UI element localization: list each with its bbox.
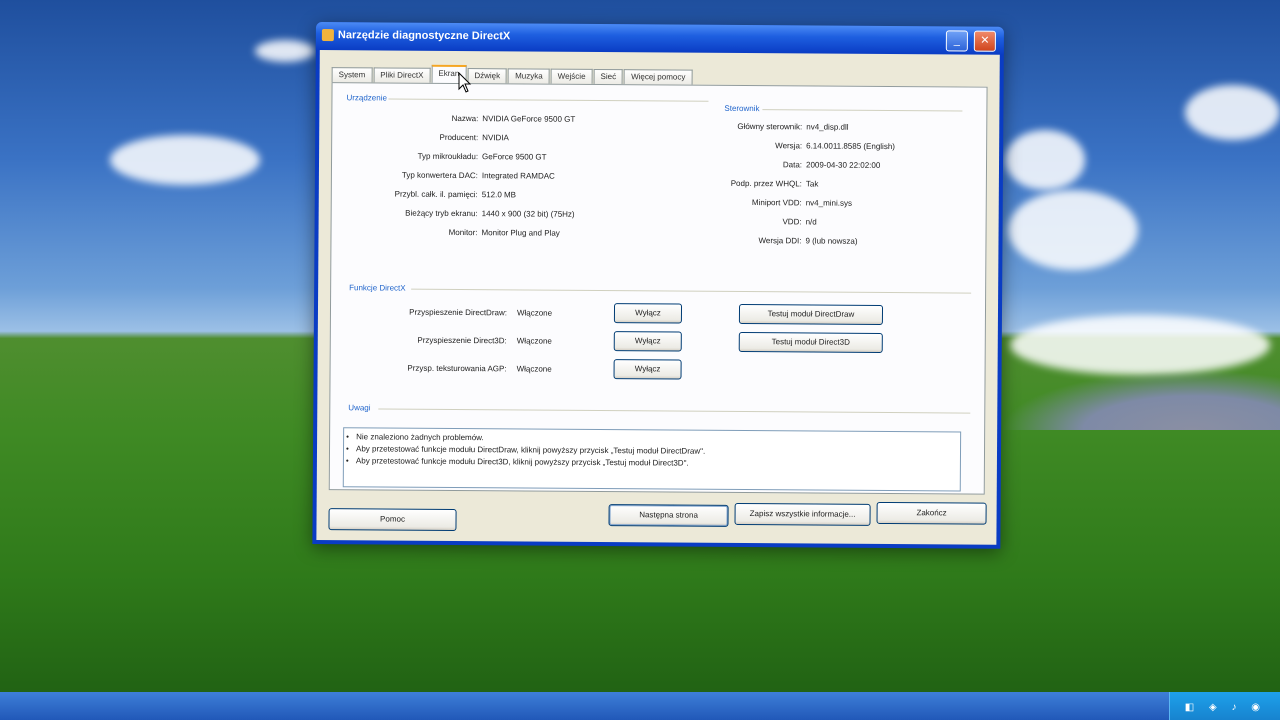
driver-row: VDD: n/d	[712, 217, 817, 227]
driver-label: Miniport VDD:	[751, 198, 802, 208]
directx-features-group-label: Funkcje DirectX	[349, 283, 406, 293]
device-value: GeForce 9500 GT	[482, 152, 547, 162]
note-item: Aby przetestować funkcje modułu DirectDr…	[356, 444, 705, 455]
disable-directdraw-button[interactable]: Wyłącz	[613, 303, 683, 324]
tab-more-help[interactable]: Więcej pomocy	[624, 69, 693, 85]
close-button[interactable]: ✕	[973, 30, 996, 52]
tab-directx-files[interactable]: Pliki DirectX	[373, 67, 431, 83]
feature-status: Włączone	[516, 364, 552, 374]
driver-label: Podp. przez WHQL:	[730, 178, 802, 189]
tab-network[interactable]: Sieć	[593, 68, 624, 85]
feature-row-agp: Przysp. teksturowania AGP: Włączone	[331, 363, 552, 374]
cloud	[1185, 85, 1280, 140]
driver-label: Główny sterownik:	[737, 121, 803, 132]
feature-label: Przysp. teksturowania AGP:	[407, 363, 507, 374]
next-page-button[interactable]: Następna strona	[608, 504, 729, 527]
divider	[378, 408, 971, 414]
taskbar	[0, 692, 1280, 720]
cloud	[255, 40, 315, 62]
tray-icons[interactable]: ◧ ◈ ♪ ◉	[1185, 702, 1266, 713]
device-row: Typ mikroukładu: GeForce 9500 GT	[332, 151, 547, 162]
feature-row-direct3d: Przyspieszenie Direct3D: Włączone	[331, 335, 552, 346]
device-row: Bieżący tryb ekranu: 1440 x 900 (32 bit) …	[332, 208, 575, 219]
exit-button[interactable]: Zakończ	[876, 501, 987, 525]
tab-system[interactable]: System	[331, 67, 373, 83]
disable-direct3d-button[interactable]: Wyłącz	[613, 331, 682, 352]
tab-input[interactable]: Wejście	[550, 68, 593, 84]
device-label: Monitor:	[448, 227, 478, 238]
device-label: Typ konwertera DAC:	[401, 170, 478, 181]
help-button[interactable]: Pomoc	[328, 508, 457, 531]
device-row: Nazwa: NVIDIA GeForce 9500 GT	[332, 113, 576, 124]
device-value: 512.0 MB	[481, 190, 517, 200]
driver-label: Wersja DDI:	[758, 236, 802, 246]
device-row: Monitor: Monitor Plug and Play	[332, 227, 560, 238]
device-value: NVIDIA GeForce 9500 GT	[482, 114, 576, 124]
driver-row: Główny sterownik: nv4_disp.dll	[712, 122, 848, 132]
cloud	[110, 135, 260, 185]
device-row: Przybl. całk. il. pamięci: 512.0 MB	[332, 189, 517, 200]
device-label: Bieżący tryb ekranu:	[405, 208, 478, 219]
driver-value: Tak	[805, 179, 819, 189]
distant-hills	[1000, 370, 1280, 430]
device-label: Producent:	[439, 132, 479, 143]
driver-row: Data: 2009-04-30 22:02:00	[712, 160, 880, 170]
note-item: Aby przetestować funkcje modułu Direct3D…	[356, 456, 689, 467]
driver-label: VDD:	[782, 217, 802, 227]
driver-label: Data:	[782, 160, 803, 170]
notes-group-label: Uwagi	[348, 403, 371, 413]
feature-status: Włączone	[516, 336, 552, 346]
device-value: 1440 x 900 (32 bit) (75Hz)	[481, 209, 575, 219]
system-tray: ◧ ◈ ♪ ◉	[1169, 692, 1280, 720]
driver-value: 9 (lub nowsza)	[805, 236, 858, 246]
driver-value: 6.14.0011.8585 (English)	[806, 141, 895, 152]
driver-row: Wersja: 6.14.0011.8585 (English)	[712, 141, 895, 151]
device-label: Przybl. całk. il. pamięci:	[394, 189, 478, 200]
window-title: Narzędzie diagnostyczne DirectX	[337, 29, 511, 43]
feature-status: Włączone	[516, 308, 553, 318]
cloud	[1005, 130, 1085, 190]
device-group-label: Urządzenie	[346, 93, 387, 103]
notes-textbox[interactable]: Nie znaleziono żadnych problemów. Aby pr…	[342, 427, 962, 492]
mouse-cursor-icon	[458, 72, 472, 93]
divider	[762, 109, 963, 112]
driver-value: nv4_disp.dll	[806, 122, 849, 132]
device-value: Integrated RAMDAC	[481, 171, 555, 181]
driver-row: Wersja DDI: 9 (lub nowsza)	[711, 236, 857, 246]
device-row: Typ konwertera DAC: Integrated RAMDAC	[332, 170, 555, 181]
dialog-client-area: System Pliki DirectX Ekran Dźwięk Muzyka…	[316, 50, 1000, 545]
save-all-information-button[interactable]: Zapisz wszystkie informacje...	[734, 502, 871, 526]
dxdiag-app-icon	[321, 29, 334, 42]
cloud	[1010, 315, 1270, 375]
cloud	[1008, 190, 1138, 270]
feature-label: Przyspieszenie Direct3D:	[417, 335, 507, 346]
divider	[388, 98, 709, 102]
tab-sound[interactable]: Dźwięk	[467, 68, 508, 84]
device-row: Producent: NVIDIA	[332, 132, 509, 143]
divider	[411, 288, 972, 294]
tab-music[interactable]: Muzyka	[508, 68, 550, 84]
device-value: NVIDIA	[482, 133, 509, 143]
device-label: Typ mikroukładu:	[417, 151, 479, 162]
disable-agp-button[interactable]: Wyłącz	[613, 359, 682, 380]
dxdiag-window: Narzędzie diagnostyczne DirectX _ ✕ Syst…	[312, 22, 1004, 549]
feature-row-directdraw: Przyspieszenie DirectDraw: Włączone	[331, 307, 552, 318]
minimize-button[interactable]: _	[945, 30, 968, 52]
driver-row: Podp. przez WHQL: Tak	[712, 179, 819, 189]
test-direct3d-button[interactable]: Testuj moduł Direct3D	[738, 331, 883, 353]
device-value: Monitor Plug and Play	[481, 228, 560, 238]
feature-label: Przyspieszenie DirectDraw:	[409, 307, 508, 318]
driver-row: Miniport VDD: nv4_mini.sys	[712, 198, 852, 208]
device-label: Nazwa:	[451, 113, 479, 124]
driver-group-label: Sterownik	[724, 103, 760, 114]
driver-value: n/d	[805, 217, 817, 227]
driver-value: nv4_mini.sys	[805, 198, 853, 208]
driver-label: Wersja:	[775, 141, 803, 151]
test-directdraw-button[interactable]: Testuj moduł DirectDraw	[738, 303, 884, 325]
driver-value: 2009-04-30 22:02:00	[805, 160, 881, 170]
note-item: Nie znaleziono żadnych problemów.	[356, 432, 484, 442]
